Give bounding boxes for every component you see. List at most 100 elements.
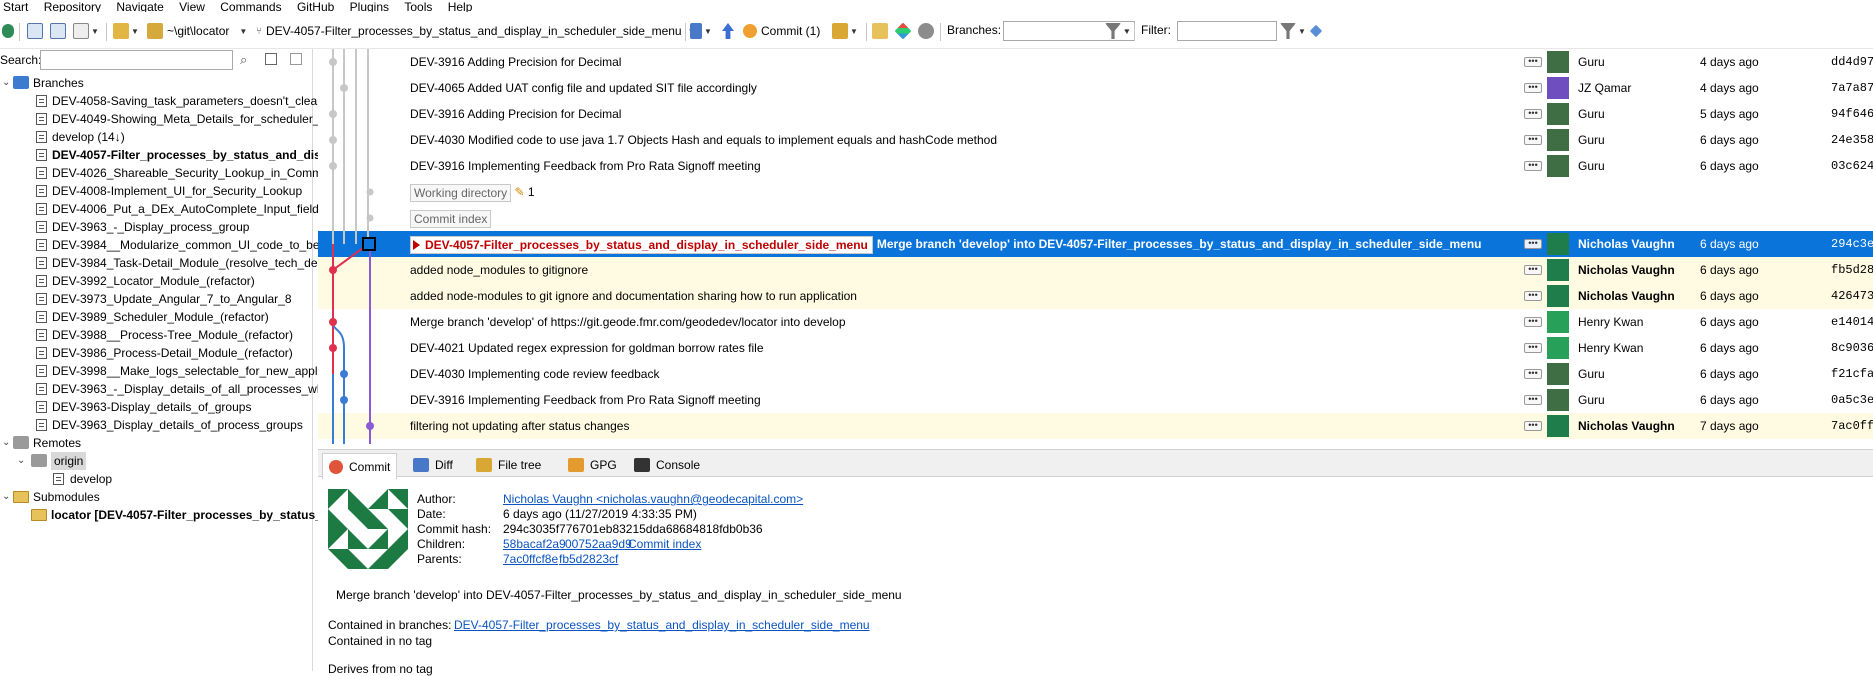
menu-repository[interactable]: Repository — [41, 1, 110, 12]
more-options-icon[interactable]: ••• — [1524, 265, 1542, 275]
settings-button[interactable] — [918, 22, 934, 40]
tab-file-tree[interactable]: File tree — [470, 453, 547, 477]
tree-branch-item[interactable]: DEV-3989_Scheduler_Module_(refactor) — [0, 308, 313, 326]
chevron-down-icon[interactable]: ▼ — [239, 27, 247, 36]
tree-branch-item[interactable]: DEV-3963_Display_details_of_process_grou… — [0, 416, 313, 434]
push-button[interactable] — [722, 22, 734, 40]
commit-row[interactable]: Merge branch 'develop' of https://git.ge… — [318, 309, 1873, 335]
tree-branch-item[interactable]: develop (14↓) — [0, 128, 313, 146]
tree-branch-item[interactable]: DEV-4058-Saving_task_parameters_doesn't_… — [0, 92, 328, 110]
commit-row[interactable]: DEV-3916 Implementing Feedback from Pro … — [318, 153, 1873, 179]
tree-branch-item[interactable]: DEV-3998__Make_logs_selectable_for_new_a… — [0, 362, 326, 380]
chevron-down-icon[interactable]: ▼ — [704, 27, 712, 36]
commit-row[interactable]: DEV-3916 Implementing Feedback from Pro … — [318, 387, 1873, 413]
commit-row[interactable]: DEV-3916 Adding Precision for Decimal •••… — [318, 49, 1873, 75]
selected-commit-row[interactable]: DEV-4057-Filter_processes_by_status_and_… — [318, 231, 1873, 257]
tree-branch-item[interactable]: DEV-3963-Display_details_of_groups — [0, 398, 313, 416]
chevron-down-icon[interactable]: ▼ — [131, 27, 139, 36]
chevron-down-icon[interactable]: ⌄ — [17, 452, 25, 470]
collapse-all-icon[interactable] — [265, 53, 277, 65]
tree-branch-item[interactable]: DEV-4049-Showing_Meta_Details_for_schedu… — [0, 110, 326, 128]
child-link[interactable]: 00752aa9d9 — [565, 537, 632, 551]
open-repo-button[interactable]: ▼ — [113, 22, 139, 40]
branch-filter-button[interactable]: ▼ — [1105, 22, 1131, 40]
commit-row[interactable]: DEV-4030 Modified code to use java 1.7 O… — [318, 127, 1873, 153]
chevron-down-icon[interactable]: ▼ — [91, 27, 99, 36]
filter-options-button[interactable]: ▼ — [1280, 22, 1306, 40]
tab-console[interactable]: Console — [628, 453, 706, 477]
more-options-icon[interactable]: ••• — [1524, 395, 1542, 405]
menu-help[interactable]: Help — [445, 1, 482, 12]
child-link[interactable]: 58bacaf2a9 — [503, 537, 566, 551]
refresh-button[interactable] — [2, 22, 14, 40]
tree-branch-item[interactable]: DEV-3992_Locator_Module_(refactor) — [0, 272, 313, 290]
tab-gpg[interactable]: GPG — [562, 453, 623, 477]
parent-link[interactable]: 7ac0ffcf8e — [503, 552, 558, 566]
menu-plugins[interactable]: Plugins — [347, 1, 398, 12]
more-options-icon[interactable]: ••• — [1524, 317, 1542, 327]
commit-row[interactable]: added node-modules to git ignore and doc… — [318, 283, 1873, 309]
tree-branch-item[interactable]: DEV-4006_Put_a_DEx_AutoComplete_Input_fi… — [0, 200, 326, 218]
commit-row[interactable]: DEV-3916 Adding Precision for Decimal •••… — [318, 101, 1873, 127]
file-explorer-button[interactable] — [872, 22, 888, 40]
chevron-down-icon[interactable]: ▼ — [850, 27, 858, 36]
more-options-icon[interactable]: ••• — [1524, 57, 1542, 67]
parent-link[interactable]: fb5d2823cf — [559, 552, 618, 566]
menu-tools[interactable]: Tools — [401, 1, 441, 12]
menu-commands[interactable]: Commands — [217, 1, 290, 12]
show-first-parent-button[interactable] — [1308, 22, 1324, 40]
stash-button[interactable]: ▼ — [832, 22, 858, 40]
tree-submodules-header[interactable]: ⌄ Submodules — [0, 488, 313, 506]
filter-input[interactable] — [1177, 21, 1277, 41]
chevron-down-icon[interactable]: ⌄ — [2, 434, 10, 452]
tree-branches-header[interactable]: ⌄ Branches — [0, 74, 313, 92]
commit-row[interactable]: filtering not updating after status chan… — [318, 413, 1873, 439]
tree-submodule-item[interactable]: locator [DEV-4057-Filter_processes_by_st… — [0, 506, 328, 524]
commit-row[interactable]: added node_modules to gitignore ••• Nichol… — [318, 257, 1873, 283]
menu-github[interactable]: GitHub — [294, 1, 343, 12]
tree-branch-item[interactable]: DEV-4026_Shareable_Security_Lookup_in_Co… — [0, 164, 322, 182]
chevron-down-icon[interactable]: ⌄ — [2, 488, 10, 506]
commit-row[interactable]: DEV-4065 Added UAT config file and updat… — [318, 75, 1873, 101]
tree-branch-item[interactable]: DEV-3973_Update_Angular_7_to_Angular_8 — [0, 290, 313, 308]
commit-index-row[interactable]: Commit index — [318, 205, 1873, 231]
tree-branch-item[interactable]: DEV-3986_Process-Detail_Module_(refactor… — [0, 344, 313, 362]
tab-diff[interactable]: Diff — [407, 453, 459, 477]
menu-view[interactable]: View — [176, 1, 214, 12]
tree-remote-branch[interactable]: develop — [0, 470, 313, 488]
git-bash-button[interactable] — [894, 22, 912, 40]
locate-icon[interactable] — [290, 53, 302, 65]
layout-3-button[interactable]: ▼ — [73, 22, 99, 40]
layout-2-button[interactable] — [50, 22, 66, 40]
menu-navigate[interactable]: Navigate — [113, 1, 172, 12]
search-input[interactable] — [40, 50, 233, 70]
tree-remote-origin[interactable]: ⌄ origin — [0, 452, 313, 470]
tree-remotes-header[interactable]: ⌄ Remotes — [0, 434, 313, 452]
chevron-down-icon[interactable]: ▼ — [1123, 27, 1131, 36]
more-options-icon[interactable]: ••• — [1524, 109, 1542, 119]
tree-branch-item[interactable]: DEV-3984_Task-Detail_Module_(resolve_tec… — [0, 254, 324, 272]
tree-branch-item[interactable]: DEV-3963_-_Display_process_group — [0, 218, 313, 236]
tree-branch-item[interactable]: DEV-3988__Process-Tree_Module_(refactor) — [0, 326, 313, 344]
more-options-icon[interactable]: ••• — [1524, 135, 1542, 145]
more-options-icon[interactable]: ••• — [1524, 291, 1542, 301]
more-options-icon[interactable]: ••• — [1524, 369, 1542, 379]
more-options-icon[interactable]: ••• — [1524, 343, 1542, 353]
repo-path-dropdown[interactable]: ~\git\locator ▼ — [147, 22, 247, 40]
commit-row[interactable]: DEV-4030 Implementing code review feedba… — [318, 361, 1873, 387]
child-link[interactable]: Commit index — [628, 537, 701, 551]
commit-row-partial[interactable] — [318, 439, 1873, 444]
tree-branch-item[interactable]: DEV-3984__Modularize_common_UI_code_to_b… — [0, 236, 326, 254]
tree-branch-item[interactable]: DEV-4008-Implement_UI_for_Security_Looku… — [0, 182, 313, 200]
chevron-down-icon[interactable]: ▼ — [1298, 27, 1306, 36]
chevron-down-icon[interactable]: ⌄ — [2, 74, 10, 92]
commit-button[interactable]: Commit (1) — [743, 22, 820, 40]
author-link[interactable]: Nicholas Vaughn <nicholas.vaughn@geodeca… — [503, 492, 803, 506]
working-directory-row[interactable]: Working directory ✎ 1 — [318, 179, 1873, 205]
pull-button[interactable]: ▼ — [690, 22, 712, 40]
tree-branch-item[interactable]: DEV-4057-Filter_processes_by_status_and_… — [0, 146, 331, 164]
menu-start[interactable]: Start — [0, 1, 37, 12]
more-options-icon[interactable]: ••• — [1524, 239, 1542, 249]
more-options-icon[interactable]: ••• — [1524, 161, 1542, 171]
more-options-icon[interactable]: ••• — [1524, 83, 1542, 93]
